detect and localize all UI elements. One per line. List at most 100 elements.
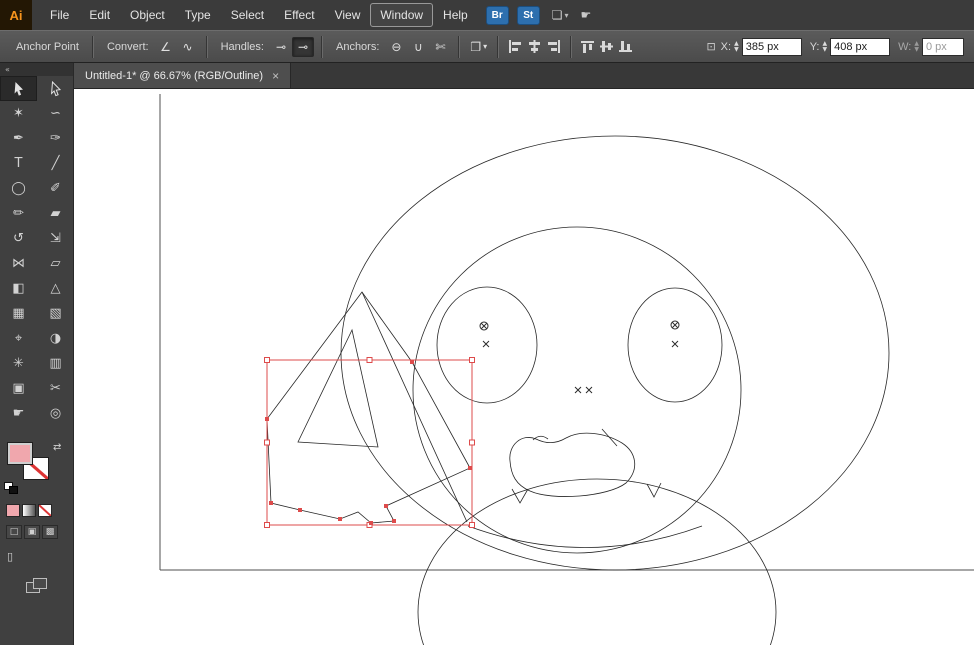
convert-corner-button[interactable]: ∠: [155, 37, 177, 57]
eraser-icon: ▰: [50, 206, 61, 221]
tool-direct-selection[interactable]: [37, 76, 74, 101]
beak-slash: [601, 428, 618, 447]
tool-artboard[interactable]: ▣: [0, 376, 37, 401]
eyedropper-icon: ⌖: [14, 331, 23, 346]
symbol-sprayer-icon: ✳: [13, 356, 24, 371]
none-button[interactable]: [38, 504, 52, 517]
menu-type[interactable]: Type: [175, 3, 221, 27]
tool-slice[interactable]: ✂: [37, 376, 74, 401]
menu-file[interactable]: File: [40, 3, 79, 27]
tool-perspective-grid[interactable]: △: [37, 276, 74, 301]
tool-pen[interactable]: ✒: [0, 126, 37, 151]
magic-wand-icon: ✶: [13, 106, 24, 121]
tool-shape-builder[interactable]: ◧: [0, 276, 37, 301]
reference-point-icon[interactable]: ⊡: [706, 40, 715, 53]
color-mode-row: [0, 504, 73, 517]
menu-bar: Ai File Edit Object Type Select Effect V…: [0, 0, 974, 30]
align-bottom-button[interactable]: [618, 39, 635, 54]
anchors-label: Anchors:: [335, 40, 380, 53]
tool-lasso[interactable]: ∽: [37, 101, 74, 126]
close-tab-icon[interactable]: ×: [272, 69, 279, 83]
isolate-button[interactable]: ❐ ▾: [467, 37, 490, 57]
stock-button[interactable]: St: [516, 5, 540, 25]
show-handles-button[interactable]: ⊸: [291, 36, 314, 57]
canvas[interactable]: [74, 89, 974, 645]
tool-type[interactable]: T: [0, 151, 37, 176]
workspace-icon: ❏: [551, 8, 563, 22]
x-stepper[interactable]: ▲ ▼: [734, 40, 739, 53]
menu-object[interactable]: Object: [120, 3, 175, 27]
collapse-panel-button[interactable]: «: [0, 63, 73, 76]
tool-grid: ✶ ∽ ✒ ✑ T ╱ ◯ ✐ ✏ ▰ ↺ ⇲ ⋈ ▱ ◧ △ ▦ ▧ ⌖ ◑: [0, 76, 73, 426]
fill-stroke-control: ⇄: [0, 440, 73, 498]
tool-symbol-sprayer[interactable]: ✳: [0, 351, 37, 376]
menu-edit[interactable]: Edit: [79, 3, 120, 27]
tool-column-graph[interactable]: ▥: [37, 351, 74, 376]
tool-zoom[interactable]: ◎: [37, 401, 74, 426]
y-stepper[interactable]: ▲ ▼: [822, 40, 828, 53]
connect-anchors-button[interactable]: ∪: [407, 37, 429, 57]
arm-diagonal: [361, 291, 468, 523]
align-right-button[interactable]: [545, 39, 562, 54]
fill-swatch[interactable]: [7, 442, 33, 465]
remove-anchors-button[interactable]: ⊖: [385, 37, 407, 57]
bounding-box-handles[interactable]: [264, 357, 475, 528]
tool-magic-wand[interactable]: ✶: [0, 101, 37, 126]
tool-ellipse[interactable]: ◯: [0, 176, 37, 201]
tool-width[interactable]: ⋈: [0, 251, 37, 276]
default-fill-stroke-icon[interactable]: [4, 482, 18, 494]
tool-selection[interactable]: [0, 76, 37, 101]
hand-menu-icon[interactable]: ☛: [581, 8, 592, 22]
selection-overlay[interactable]: [264, 357, 475, 528]
align-top-button[interactable]: [580, 39, 597, 54]
spin-down-icon: ▼: [822, 45, 828, 53]
tool-rotate[interactable]: ↺: [0, 226, 37, 251]
x-input[interactable]: [741, 37, 802, 56]
hide-handles-button[interactable]: ⊸: [270, 37, 292, 57]
menu-effect[interactable]: Effect: [274, 3, 324, 27]
lasso-icon: ∽: [50, 106, 61, 121]
screen-mode-button[interactable]: ▯: [7, 549, 25, 564]
tool-pencil[interactable]: ✏: [0, 201, 37, 226]
align-middle-button[interactable]: [599, 39, 616, 54]
isolate-icon: ❐: [470, 39, 482, 54]
y-input[interactable]: [830, 37, 891, 56]
x-label: X:: [720, 40, 732, 53]
tool-free-transform[interactable]: ▱: [37, 251, 74, 276]
tool-line-segment[interactable]: ╱: [37, 151, 74, 176]
align-left-button[interactable]: [507, 39, 524, 54]
swap-fill-stroke-icon[interactable]: ⇄: [53, 442, 61, 453]
menu-select[interactable]: Select: [221, 3, 274, 27]
tool-paintbrush[interactable]: ✐: [37, 176, 74, 201]
document-tab[interactable]: Untitled-1* @ 66.67% (RGB/Outline) ×: [74, 63, 292, 88]
tool-scale[interactable]: ⇲: [37, 226, 74, 251]
tool-blend[interactable]: ◑: [37, 326, 74, 351]
workspace-switcher[interactable]: ❏ ▾: [552, 8, 569, 22]
path-anchor-points[interactable]: [265, 360, 472, 525]
menu-window[interactable]: Window: [370, 3, 434, 27]
draw-inside-icon[interactable]: ▩: [42, 525, 58, 539]
align-center-button[interactable]: [526, 39, 543, 54]
tool-curvature[interactable]: ✑: [37, 126, 74, 151]
slice-icon: ✂: [50, 381, 61, 396]
w-stepper[interactable]: ▲ ▼: [914, 40, 919, 53]
w-input[interactable]: [922, 37, 964, 56]
cut-path-button[interactable]: ✄: [429, 37, 451, 57]
tool-gradient[interactable]: ▧: [37, 301, 74, 326]
change-screen-mode-icon[interactable]: [26, 578, 48, 594]
left-fang: [511, 488, 529, 504]
color-button[interactable]: [6, 504, 20, 517]
draw-normal-icon[interactable]: □: [6, 525, 22, 539]
convert-smooth-button[interactable]: ∿: [177, 37, 199, 57]
menu-help[interactable]: Help: [433, 3, 478, 27]
illustrator-window: Ai File Edit Object Type Select Effect V…: [0, 0, 974, 645]
bridge-button[interactable]: Br: [485, 5, 509, 25]
menu-view[interactable]: View: [325, 3, 371, 27]
tool-eraser[interactable]: ▰: [37, 201, 74, 226]
tool-hand[interactable]: ☛: [0, 401, 37, 426]
gradient-button[interactable]: [22, 504, 36, 517]
tool-mesh[interactable]: ▦: [0, 301, 37, 326]
tool-eyedropper[interactable]: ⌖: [0, 326, 37, 351]
draw-behind-icon[interactable]: ▣: [24, 525, 40, 539]
perspective-grid-icon: △: [50, 281, 61, 296]
